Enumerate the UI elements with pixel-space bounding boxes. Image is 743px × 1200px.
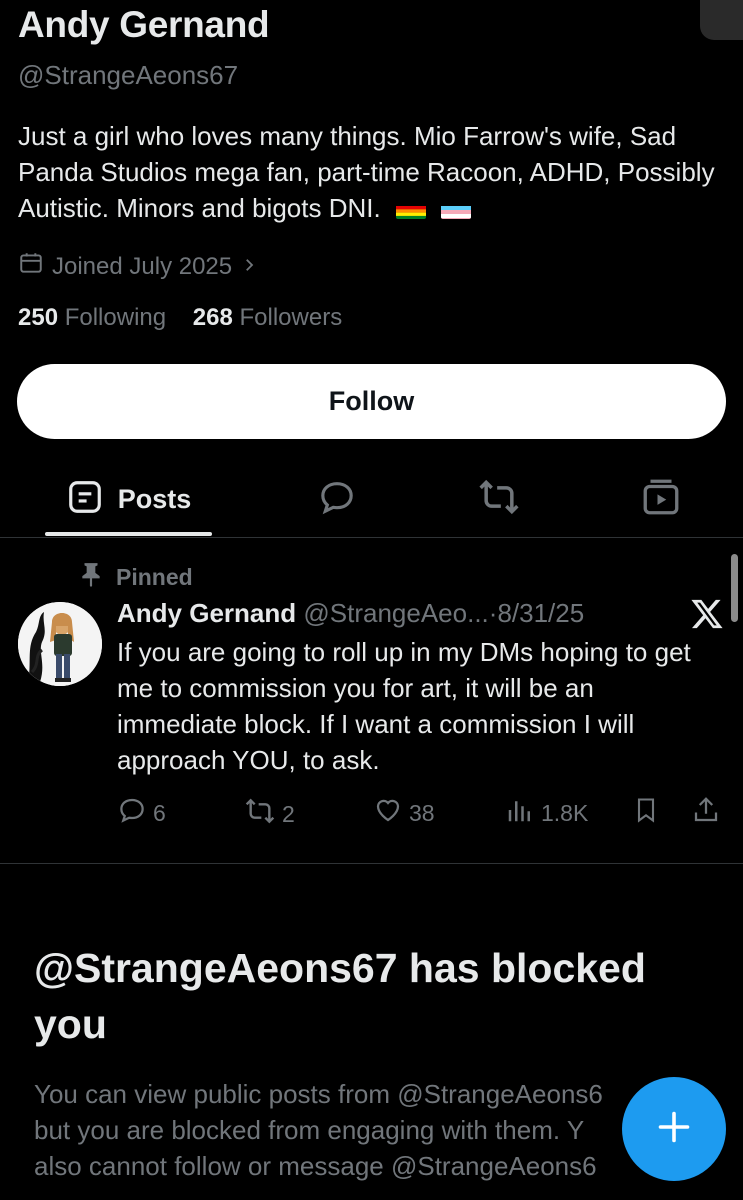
repost-button[interactable]: 2: [244, 795, 295, 833]
post-handle[interactable]: @StrangeAeo...: [303, 598, 488, 628]
avatar[interactable]: [18, 602, 102, 686]
like-button[interactable]: 38: [373, 795, 435, 831]
following-count: 250: [18, 304, 59, 331]
following-link[interactable]: 250 Following: [18, 304, 166, 331]
chevron-right-icon: [240, 253, 258, 281]
followers-link[interactable]: 268 Followers: [193, 304, 342, 331]
reply-icon: [117, 795, 147, 831]
replies-icon: [317, 477, 357, 522]
tab-media[interactable]: [614, 462, 708, 536]
bookmark-icon: [632, 795, 660, 831]
post-date[interactable]: 8/31/25: [497, 598, 584, 628]
tab-posts-label: Posts: [117, 483, 192, 514]
joined-date[interactable]: Joined July 2025: [18, 250, 258, 283]
active-tab-indicator: [45, 532, 212, 536]
joined-label: Joined July 2025: [52, 252, 233, 280]
pinned-label: Pinned: [116, 563, 193, 590]
posts-icon: [66, 478, 104, 521]
repost-icon: [244, 795, 276, 833]
post-body: If you are going to roll up in my DMs ho…: [117, 637, 691, 775]
post-divider: [0, 863, 743, 864]
x-logo-icon[interactable]: [690, 598, 724, 635]
repost-count: 2: [282, 800, 295, 827]
window-corner: [700, 0, 743, 40]
tab-reposts[interactable]: [452, 462, 546, 536]
follow-button[interactable]: Follow: [17, 364, 726, 439]
tabs-divider: [0, 537, 743, 538]
post-actions: 6 2 38 1.8K: [117, 795, 727, 829]
profile-tabs: Posts: [0, 462, 743, 536]
reply-count: 6: [153, 799, 166, 826]
pin-icon: [80, 561, 102, 593]
views-count: 1.8K: [541, 799, 589, 826]
followers-count: 268: [192, 304, 233, 331]
like-count: 38: [409, 799, 435, 826]
follow-counts: 250 Following 268 Followers: [18, 304, 342, 332]
post-author[interactable]: Andy Gernand: [117, 598, 296, 628]
share-button[interactable]: [691, 795, 721, 831]
reposts-icon: [477, 475, 521, 524]
compose-button[interactable]: [622, 1077, 726, 1181]
following-label: Following: [64, 304, 167, 331]
profile-handle: @StrangeAeons67: [18, 60, 239, 90]
profile-bio: Just a girl who loves many things. Mio F…: [18, 118, 728, 226]
scrollbar[interactable]: [731, 554, 738, 622]
calendar-icon: [18, 250, 44, 283]
plus-icon: [656, 1109, 692, 1150]
tab-posts[interactable]: Posts: [45, 462, 212, 536]
trans-flag-icon: [441, 199, 472, 219]
post-header: Andy Gernand @StrangeAeo...·8/31/25: [117, 598, 584, 629]
media-icon: [640, 476, 682, 523]
bookmark-button[interactable]: [632, 795, 660, 831]
views-icon: [505, 795, 535, 831]
heart-icon: [373, 795, 403, 831]
profile-name: Andy Gernand: [18, 4, 270, 45]
pinned-indicator: Pinned: [80, 561, 193, 593]
profile-bio-text: Just a girl who loves many things. Mio F…: [18, 121, 715, 223]
share-icon: [691, 795, 721, 831]
followers-label: Followers: [239, 304, 343, 331]
reply-button[interactable]: 6: [117, 795, 166, 831]
views-button[interactable]: 1.8K: [505, 795, 588, 831]
tab-replies[interactable]: [290, 462, 384, 536]
rainbow-flag-icon: [395, 199, 426, 219]
blocked-title: @StrangeAeons67 has blocked you: [34, 945, 646, 1047]
